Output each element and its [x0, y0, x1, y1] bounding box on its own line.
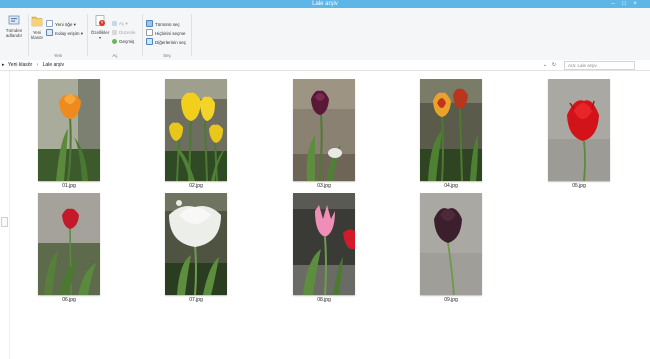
rename-icon: [8, 15, 20, 25]
invert-selection-label: Diğerlerinin seç: [155, 40, 187, 45]
new-folder-button[interactable]: Yeni klasör: [30, 14, 44, 40]
tulip-photo-red-small: [38, 193, 100, 295]
rename-all-label: Tümden adlandır: [5, 28, 23, 38]
ribbon-group-select: Tümünü seç Hiçbirini seçme Diğerlerinin …: [143, 8, 191, 60]
file-thumbnail-08[interactable]: [293, 193, 355, 295]
file-thumbnail-09[interactable]: [420, 193, 482, 295]
breadcrumb-item-lale-arsiv[interactable]: Lale arşiv: [43, 62, 64, 68]
window-title: Lale arşiv: [312, 1, 338, 7]
navigation-pane: [0, 71, 10, 359]
breadcrumb-separator-icon[interactable]: ›: [37, 62, 39, 68]
file-thumbnail-06[interactable]: [38, 193, 100, 295]
group-label-select: Seç: [163, 53, 171, 58]
edit-label: Düzenle: [119, 30, 136, 35]
file-name-04[interactable]: 04.jpg: [420, 183, 482, 189]
file-name-08[interactable]: 08.jpg: [293, 297, 355, 303]
tulip-photo-dark-purple: [293, 79, 355, 181]
file-thumbnail-07[interactable]: [165, 193, 227, 295]
tulip-photo-flame: [420, 79, 482, 181]
invert-selection-button[interactable]: Diğerlerinin seç: [146, 38, 186, 45]
rename-all-button[interactable]: Tümden adlandır: [2, 14, 26, 38]
properties-icon: [95, 15, 105, 26]
new-item-icon: [46, 20, 53, 27]
history-button[interactable]: Geçmiş: [112, 38, 134, 45]
history-icon: [112, 39, 117, 44]
pane-resize-handle[interactable]: [1, 217, 8, 227]
tulip-photo-black: [420, 193, 482, 295]
close-button[interactable]: ×: [630, 0, 640, 8]
open-label: Aç ▾: [119, 21, 128, 26]
easy-access-label: Kolay erişim ▾: [55, 31, 84, 36]
tulip-photo-yellow: [165, 79, 227, 181]
address-bar: ▸ Yeni klasör › Lale arşiv ⌄ ↻ Ara: Lale…: [0, 60, 650, 71]
easy-access-icon: [46, 29, 53, 36]
group-label-open: Aç: [112, 53, 118, 58]
properties-dropdown-icon: ▾: [98, 35, 101, 40]
address-dropdown-icon[interactable]: ⌄: [541, 61, 549, 69]
select-none-button[interactable]: Hiçbirini seçme: [146, 29, 186, 36]
select-none-label: Hiçbirini seçme: [155, 31, 186, 36]
easy-access-button[interactable]: Kolay erişim ▾: [46, 29, 83, 36]
breadcrumb-arrow-icon[interactable]: ▸: [2, 62, 5, 68]
new-item-button[interactable]: Yeni öğe ▾: [46, 20, 76, 27]
edit-icon: [112, 30, 117, 35]
file-thumbnail-01[interactable]: [38, 79, 100, 181]
ribbon: Tümden adlandır Yeni klasör Yeni öğe ▾ K…: [0, 8, 650, 61]
tulip-photo-pink: [293, 193, 355, 295]
new-folder-label: Yeni klasör: [30, 30, 43, 40]
file-thumbnail-05[interactable]: [548, 79, 610, 181]
minimize-button[interactable]: –: [608, 0, 618, 8]
select-none-icon: [146, 29, 153, 36]
title-bar: Lale arşiv – □ ×: [0, 0, 650, 8]
select-all-icon: [146, 20, 153, 27]
maximize-button[interactable]: □: [619, 0, 629, 8]
file-name-03[interactable]: 03.jpg: [293, 183, 355, 189]
file-thumbnail-02[interactable]: [165, 79, 227, 181]
ribbon-separator: [191, 14, 192, 56]
group-label-new: Yeni: [53, 53, 63, 58]
ribbon-group-new: Yeni klasör Yeni öğe ▾ Kolay erişim ▾ Ye…: [29, 8, 87, 60]
file-name-05[interactable]: 05.jpg: [548, 183, 610, 189]
properties-button[interactable]: Özellikler ▾: [89, 14, 111, 40]
refresh-icon[interactable]: ↻: [550, 61, 558, 69]
file-name-09[interactable]: 09.jpg: [420, 297, 482, 303]
breadcrumb: ▸ Yeni klasör › Lale arşiv: [2, 60, 64, 70]
file-name-01[interactable]: 01.jpg: [38, 183, 100, 189]
open-button[interactable]: Aç ▾: [112, 20, 128, 27]
tulip-photo-orange: [38, 79, 100, 181]
new-item-label: Yeni öğe ▾: [55, 22, 76, 27]
select-all-label: Tümünü seç: [155, 22, 180, 27]
search-input[interactable]: Ara: Lale arşiv: [564, 61, 635, 70]
file-name-06[interactable]: 06.jpg: [38, 297, 100, 303]
tulip-photo-white: [165, 193, 227, 295]
edit-button[interactable]: Düzenle: [112, 29, 136, 36]
invert-selection-icon: [146, 38, 153, 45]
new-folder-icon: [31, 16, 43, 27]
breadcrumb-item-new-folder[interactable]: Yeni klasör: [8, 62, 32, 68]
ribbon-group-open: Özellikler ▾ Aç ▾ Düzenle Geçmiş Aç: [88, 8, 142, 60]
file-name-07[interactable]: 07.jpg: [165, 297, 227, 303]
file-thumbnail-03[interactable]: [293, 79, 355, 181]
select-all-button[interactable]: Tümünü seç: [146, 20, 180, 27]
file-name-02[interactable]: 02.jpg: [165, 183, 227, 189]
tulip-photo-red: [548, 79, 610, 181]
open-icon: [112, 21, 117, 26]
file-thumbnail-04[interactable]: [420, 79, 482, 181]
history-label: Geçmiş: [119, 39, 135, 44]
